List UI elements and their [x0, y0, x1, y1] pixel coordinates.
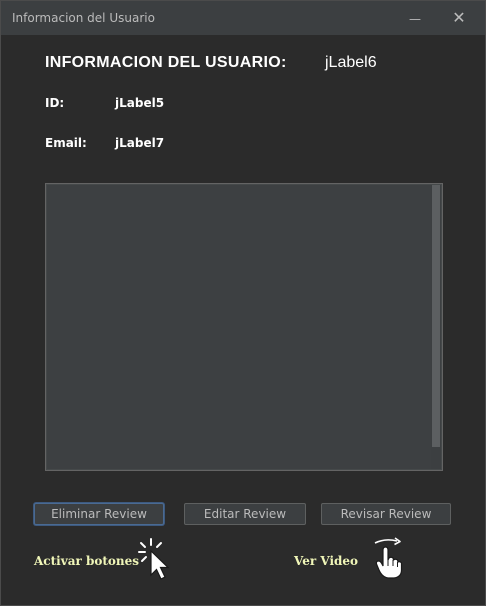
window-title: Informacion del Usuario [12, 11, 155, 25]
scrollbar-thumb[interactable] [432, 185, 440, 447]
email-value: jLabel7 [115, 136, 165, 150]
vertical-scrollbar[interactable] [431, 185, 441, 469]
cursor-click-icon[interactable] [137, 537, 177, 581]
check-review-button[interactable]: Revisar Review [321, 503, 451, 525]
close-button[interactable]: ✕ [439, 5, 479, 31]
id-value: jLabel5 [115, 96, 165, 110]
review-text-content[interactable] [47, 185, 433, 469]
minimize-button[interactable]: — [395, 5, 435, 31]
email-label: Email: [45, 136, 87, 150]
user-info-window: Informacion del Usuario — ✕ INFORMACION … [0, 0, 486, 606]
delete-review-button[interactable]: Eliminar Review [34, 503, 164, 525]
watch-video-label[interactable]: Ver Video [294, 554, 358, 568]
id-label: ID: [45, 96, 65, 110]
page-title: INFORMACION DEL USUARIO: [45, 54, 287, 71]
username-value: jLabel6 [325, 54, 377, 71]
minimize-icon: — [409, 12, 421, 26]
close-icon: ✕ [452, 8, 466, 27]
activate-buttons-label[interactable]: Activar botones [34, 554, 139, 568]
hand-swipe-icon[interactable] [371, 536, 405, 580]
review-text-area[interactable] [45, 183, 443, 471]
title-bar[interactable]: Informacion del Usuario — ✕ [1, 1, 485, 35]
edit-review-button[interactable]: Editar Review [184, 503, 306, 525]
